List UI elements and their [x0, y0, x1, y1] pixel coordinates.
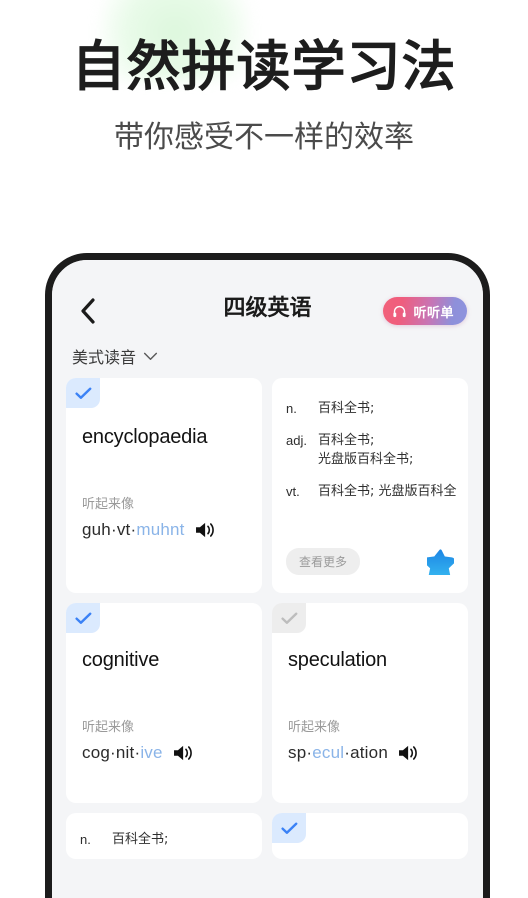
word-text: cognitive	[82, 649, 160, 671]
phonetic-text: cog·nit·ive	[82, 743, 163, 762]
listen-list-label: 听听单	[413, 305, 454, 321]
chevron-left-icon	[81, 298, 95, 324]
sounds-like-label: 听起来像	[82, 720, 135, 735]
definition-meaning: 百科全书; 光盘版百科全	[318, 483, 457, 499]
speaker-icon	[399, 745, 417, 761]
definition-line: adj. 百科全书; 光盘版百科全书;	[286, 432, 454, 470]
part-of-speech: n.	[80, 832, 91, 847]
back-button[interactable]	[68, 291, 108, 331]
phonetic-row: cog·nit·ive	[82, 743, 246, 763]
check-icon	[74, 387, 91, 399]
app-navbar: 四级英语 听听单	[52, 260, 483, 338]
word-card-grid: encyclopaedia 听起来像 guh·vt·muhnt n. 百科全书;…	[52, 378, 483, 859]
speaker-icon	[195, 522, 214, 538]
listen-list-button[interactable]: 听听单	[383, 297, 467, 325]
phonetic-row: sp·ecul·ation	[288, 743, 452, 763]
speaker-button[interactable]	[398, 744, 419, 762]
hero-title: 自然拼读学习法	[71, 35, 457, 98]
word-card[interactable]: speculation 听起来像 sp·ecul·ation	[272, 603, 468, 803]
phone-screen: 四级英语 听听单 美式读音 encyclopaedia 听起来像 guh·vt·…	[52, 260, 483, 898]
definition-card[interactable]: n. 百科全书; adj. 百科全书; 光盘版百科全书; vt. 百科全书; 光…	[272, 378, 468, 593]
definition-line: n. 百科全书;	[80, 831, 248, 850]
definition-line: n. 百科全书;	[286, 400, 454, 419]
phonetic-text: sp·ecul·ation	[288, 743, 388, 762]
headphone-icon	[393, 305, 407, 317]
definition-card[interactable]: n. 百科全书;	[66, 813, 262, 859]
card-check-badge[interactable]	[66, 603, 100, 633]
part-of-speech: n.	[286, 401, 297, 416]
card-check-badge[interactable]	[272, 603, 306, 633]
chevron-down-icon	[143, 352, 158, 360]
hero-subtitle: 带你感受不一样的效率	[114, 120, 414, 156]
speaker-icon	[173, 745, 192, 761]
word-card[interactable]: encyclopaedia 听起来像 guh·vt·muhnt	[66, 378, 262, 593]
star-icon	[427, 548, 454, 575]
definition-line: vt. 百科全书; 光盘版百科全	[286, 483, 457, 502]
definition-meaning: 百科全书;	[318, 401, 375, 416]
accent-filter-label: 美式读音	[72, 348, 137, 367]
definition-card-footer: 查看更多	[286, 548, 454, 575]
accent-filter[interactable]: 美式读音	[52, 338, 483, 378]
hero-section: 自然拼读学习法 带你感受不一样的效率	[0, 0, 528, 156]
check-icon	[280, 612, 297, 624]
check-icon	[280, 822, 297, 834]
word-text: encyclopaedia	[82, 426, 208, 448]
phonetic-text: guh·vt·muhnt	[82, 520, 185, 539]
card-check-badge[interactable]	[272, 813, 306, 843]
word-text: speculation	[288, 649, 387, 671]
part-of-speech: adj.	[286, 432, 307, 448]
sounds-like-label: 听起来像	[82, 497, 135, 512]
check-icon	[74, 612, 91, 624]
screenshot-root: 自然拼读学习法 带你感受不一样的效率 四级英语 听听单 美式读音 encyclo…	[0, 0, 528, 898]
view-more-button[interactable]: 查看更多	[286, 548, 361, 575]
definition-meaning: 百科全书; 光盘版百科全书;	[318, 432, 414, 467]
favorite-button[interactable]	[427, 548, 454, 575]
phonetic-row: guh·vt·muhnt	[82, 520, 246, 540]
sounds-like-label: 听起来像	[288, 720, 341, 735]
speaker-button[interactable]	[195, 521, 216, 539]
word-card[interactable]	[272, 813, 468, 859]
part-of-speech: vt.	[286, 483, 300, 499]
definition-meaning: 百科全书;	[112, 832, 169, 847]
word-card[interactable]: cognitive 听起来像 cog·nit·ive	[66, 603, 262, 803]
phone-mockup-frame: 四级英语 听听单 美式读音 encyclopaedia 听起来像 guh·vt·…	[45, 253, 490, 898]
speaker-button[interactable]	[173, 744, 194, 762]
card-check-badge[interactable]	[66, 378, 100, 408]
